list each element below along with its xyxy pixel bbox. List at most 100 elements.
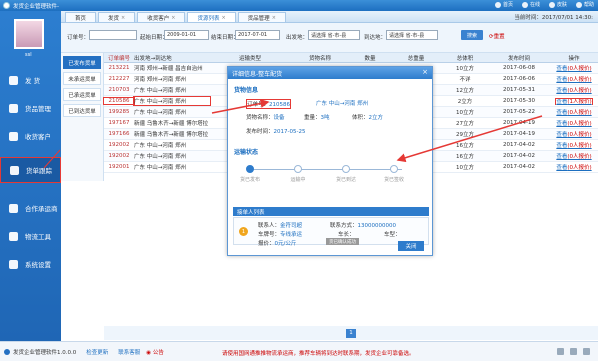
qq-icon[interactable] [557, 348, 564, 355]
quote-count: (1人报价) [567, 99, 592, 105]
order-number: 订单号：210586 [246, 99, 292, 109]
view-link[interactable]: 查看(0人报价) [556, 121, 591, 127]
order-input[interactable] [89, 30, 137, 40]
carrier-length: 车长： [338, 232, 355, 238]
route: 新疆 乌鲁木齐→新疆 博尔塔拉 [134, 132, 209, 138]
contact-service-link[interactable]: 联系客服 [118, 348, 140, 356]
reset-link[interactable]: ⟳重置 [489, 32, 505, 40]
sidebar-item-tracking[interactable]: 货单跟踪 [0, 157, 61, 183]
home-icon [494, 1, 501, 8]
order-id[interactable]: 192001 [104, 164, 134, 170]
tab-cargo-list[interactable]: 货源列表 × [187, 12, 236, 22]
view-link[interactable]: 查看(0人报价) [556, 154, 591, 160]
home-link[interactable]: 首页 [494, 1, 513, 8]
sidebar-item-tools[interactable]: 物流工具 [0, 223, 61, 249]
settings-icon[interactable] [583, 348, 590, 355]
row-actions: 查看(0人报价) [550, 64, 598, 72]
filter-bar: 订单号： 起始日期： 2009-01-01 结束日期： 2017-07-01 出… [61, 23, 598, 53]
sidebar-item-customers[interactable]: 收货客户 [0, 123, 61, 149]
close-icon[interactable]: × [171, 15, 175, 21]
total-volume: 10立方 [456, 165, 474, 171]
settings-icon [9, 259, 18, 269]
tab-home[interactable]: 首页 [65, 12, 97, 22]
goods-name: 货物名称：设备 [246, 115, 285, 121]
online-icon [521, 1, 528, 8]
order-id[interactable]: 197167 [104, 120, 134, 126]
publish-date: 2017-05-30 [503, 98, 535, 104]
help-link[interactable]: 帮助 [575, 1, 594, 8]
skin-link[interactable]: 皮肤 [548, 1, 567, 8]
view-link[interactable]: 查看(0人报价) [556, 132, 591, 138]
status-dot-transit [294, 165, 302, 173]
tab-ship[interactable]: 发货 × [98, 12, 136, 22]
row-actions: 查看(0人报价) [550, 163, 598, 171]
phone-icon[interactable] [570, 348, 577, 355]
order-id[interactable]: 212227 [104, 76, 134, 82]
start-date-input[interactable]: 2009-01-01 [164, 30, 209, 40]
publish-date: 2017-06-08 [503, 65, 535, 71]
order-route: 广东 中山→河南 郑州 [316, 101, 369, 107]
route: 广东 中山→河南 郑州 [133, 96, 211, 106]
total-volume: 10立方 [456, 66, 474, 72]
view-link[interactable]: 查看(0人报价) [556, 165, 591, 171]
notice-link[interactable]: ◉ 公告 [146, 348, 164, 356]
publish-time: 发布时间：2017-05-25 [246, 129, 306, 135]
view-link[interactable]: 查看(1人报价) [555, 98, 593, 105]
tab-customers[interactable]: 收货客户 × [137, 12, 186, 22]
order-id[interactable]: 210586 [103, 97, 135, 105]
view-link[interactable]: 查看(0人报价) [556, 110, 591, 116]
status-section-title: 运输状态 [234, 149, 259, 156]
status-published[interactable]: 已发布货单 [63, 56, 101, 69]
status-unassigned[interactable]: 未承运货单 [63, 72, 101, 85]
close-icon[interactable]: × [221, 15, 225, 21]
order-id[interactable]: 197166 [104, 131, 134, 137]
publish-date: 2017-05-31 [503, 87, 535, 93]
row-actions: 查看(1人报价) [550, 97, 598, 105]
route: 广东 中山→河南 郑州 [134, 88, 187, 94]
close-button[interactable]: 关闭 [398, 241, 424, 251]
to-select[interactable]: 请选择 省-市-县 [386, 30, 438, 40]
avatar[interactable] [14, 19, 44, 49]
quote-count: (0人报价) [567, 88, 592, 94]
view-link[interactable]: 查看(0人报价) [556, 143, 591, 149]
view-link[interactable]: 查看(0人报价) [556, 77, 591, 83]
carrier-plate: 车牌号：专线承运 [258, 232, 303, 238]
order-id[interactable]: 192002 [104, 153, 134, 159]
box-icon [9, 103, 18, 113]
sidebar-item-settings[interactable]: 系统设置 [0, 251, 61, 277]
route: 广东 中山→河南 郑州 [134, 110, 187, 116]
from-select[interactable]: 请选择 省-市-县 [308, 30, 360, 40]
from-label: 出发地： [286, 35, 309, 41]
sidebar-item-ship[interactable]: 发 货 [0, 67, 61, 93]
order-id[interactable]: 210703 [104, 87, 134, 93]
username: ssl [25, 52, 32, 58]
close-icon[interactable]: × [422, 68, 428, 76]
view-link[interactable]: 查看(0人报价) [556, 88, 591, 94]
carrier-list-title: 接单人列表 [233, 207, 429, 216]
sidebar-item-goods[interactable]: 货品管理 [0, 95, 61, 121]
status-assigned[interactable]: 已承运货单 [63, 88, 101, 101]
quote-count: (0人报价) [567, 154, 592, 160]
close-icon[interactable]: × [121, 15, 125, 21]
check-update-link[interactable]: 检查更新 [86, 348, 108, 356]
carrier-phone: 联系方式：13000000000 [330, 223, 397, 229]
search-button[interactable]: 搜索 [461, 30, 483, 40]
order-id[interactable]: 192002 [104, 142, 134, 148]
row-actions: 查看(0人报价) [550, 108, 598, 116]
sidebar-item-carriers[interactable]: 合作承运商 [0, 195, 61, 221]
tab-goods[interactable]: 货品管理 × [237, 12, 286, 22]
page-button[interactable]: 1 [346, 328, 356, 338]
app-logo-icon [3, 2, 10, 9]
order-id[interactable]: 213221 [104, 65, 134, 71]
total-volume: 29立方 [456, 132, 474, 138]
view-link[interactable]: 查看(0人报价) [556, 66, 591, 72]
order-id[interactable]: 199285 [104, 109, 134, 115]
close-icon[interactable]: × [272, 15, 276, 21]
status-arrived[interactable]: 已到达货单 [63, 104, 101, 117]
status-label: 货已到达 [335, 177, 356, 183]
pagination: 1 [104, 326, 598, 340]
quote-count: (0人报价) [567, 121, 592, 127]
end-date-input[interactable]: 2017-07-01 [235, 30, 280, 40]
accept-carrier-button[interactable]: 货已确认成功 [326, 238, 359, 245]
online-link[interactable]: 在线 [521, 1, 540, 8]
